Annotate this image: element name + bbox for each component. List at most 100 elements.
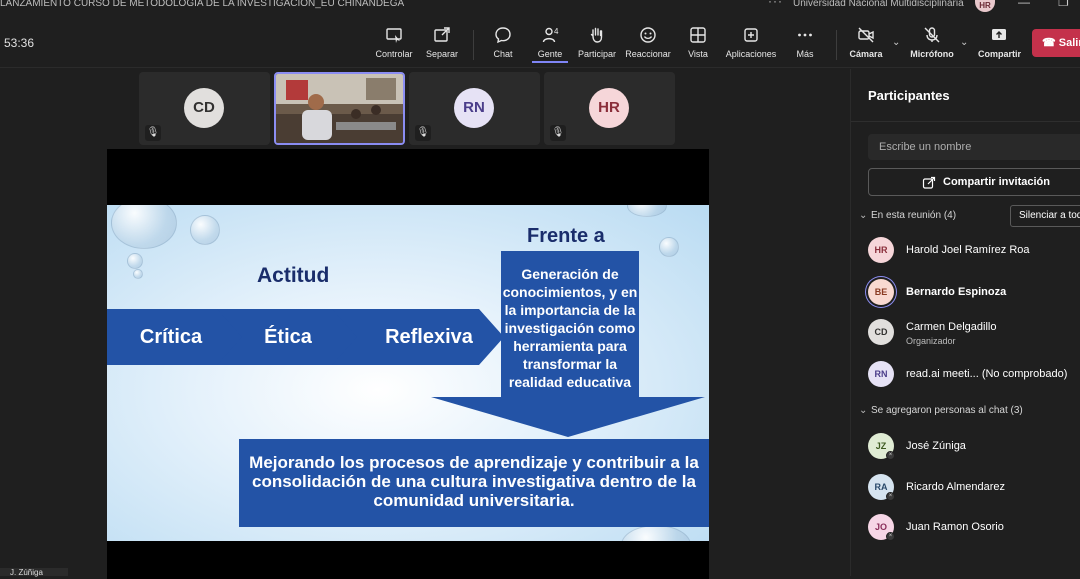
avatar: HR [868,237,894,263]
conclusion-box: Mejorando los procesos de aprendizaje y … [239,439,709,527]
microphone-button[interactable]: Micrófono [910,26,954,59]
react-button[interactable]: Reaccionar [625,26,671,59]
more-icon [794,26,816,46]
raise-hand-button[interactable]: Participar [578,26,616,59]
panel-title: Participantes [868,88,950,103]
toolbar-divider [473,30,474,60]
people-label: Gente [537,49,563,59]
raise-hand-label: Participar [578,49,617,59]
participant-video-tile[interactable] [274,72,405,145]
participant-name: read.ai meeti... (No comprobado) [906,368,1068,380]
participant-name: Carmen Delgadillo [906,321,997,333]
participant-item[interactable]: BE Bernardo Espinoza [868,279,1080,309]
avatar: HR [589,88,629,128]
share-label: Compartir [978,49,1022,59]
toolbar-divider [836,30,837,60]
view-icon [686,26,710,46]
view-button[interactable]: Vista [686,26,710,59]
view-label: Vista [688,49,708,59]
added-section-toggle[interactable]: ⌄ Se agregaron personas al chat (3) [859,405,1023,416]
ellipsis-icon[interactable]: ··· [768,0,783,7]
people-button[interactable]: 4 Gente [532,26,568,63]
bubble-decoration [127,253,143,269]
mute-all-button[interactable]: Silenciar a todos [1010,205,1080,227]
participant-name: Juan Ramon Osorio [906,521,1004,533]
more-label: Más [796,49,814,59]
chevron-down-icon[interactable]: ⌄ [892,37,900,48]
chevron-down-icon: ⌄ [859,405,868,416]
status-offline-icon: × [886,451,895,460]
leave-label: Salir [1058,37,1080,49]
chevron-down-icon: ⌄ [859,210,868,221]
chat-icon [490,26,516,46]
added-label: Se agregaron personas al chat (3) [871,405,1023,416]
popout-button[interactable]: Separar [424,26,460,59]
conclusion-text: Mejorando los procesos de aprendizaje y … [249,453,699,510]
participant-tile[interactable]: CD 🎙︎ [139,72,270,145]
search-participants-input[interactable]: Escribe un nombre [868,134,1080,160]
raise-hand-icon [578,26,616,46]
in-meeting-label: En esta reunión (4) [871,210,957,221]
status-offline-icon: × [886,492,895,501]
organization-name: Universidad Nacional Multidisciplinaria [793,0,964,9]
bubble-decoration [621,525,691,541]
apps-icon [724,26,778,46]
meeting-title: LANZAMIENTO CURSO DE METODOLOGIA DE LA I… [0,0,405,9]
mic-muted-icon: 🎙︎ [550,125,566,141]
control-label: Controlar [375,49,413,59]
participant-item[interactable]: RN read.ai meeti... (No comprobado) [868,361,1080,391]
participant-tile[interactable]: HR 🎙︎ [544,72,675,145]
phone-hangup-icon: ☎ [1042,37,1056,49]
avatar: CD [184,88,224,128]
minimize-icon[interactable]: — [1018,0,1030,8]
chevron-down-icon[interactable]: ⌄ [960,37,968,48]
camera-off-icon [849,26,883,46]
popout-label: Separar [425,49,459,59]
user-avatar[interactable]: HR [975,0,995,12]
microphone-label: Micrófono [910,49,954,59]
participants-panel: Participantes Escribe un nombre Comparti… [850,69,1080,576]
avatar: CD [868,319,894,345]
bubble-decoration [133,269,143,279]
participant-item[interactable]: JZ × José Zúniga [868,433,1080,463]
bubble-decoration [190,215,220,245]
share-invite-button[interactable]: Compartir invitación [868,168,1080,196]
avatar: RN [868,361,894,387]
control-button[interactable]: Controlar [374,26,414,59]
apps-button[interactable]: Aplicaciones [724,26,778,59]
participant-tile[interactable]: RN 🎙︎ [409,72,540,145]
participant-item[interactable]: HR Harold Joel Ramírez Roa [868,237,1080,267]
participant-name: Harold Joel Ramírez Roa [906,244,1030,256]
leave-button[interactable]: ☎ Salir [1032,29,1080,57]
people-icon: 4 [532,26,568,46]
participant-item[interactable]: CD Carmen Delgadillo Organizador [868,319,1080,349]
share-icon [978,26,1020,46]
participant-item[interactable]: RA × Ricardo Almendarez [868,474,1080,504]
chat-button[interactable]: Chat [490,26,516,59]
camera-button[interactable]: Cámara [849,26,883,59]
meeting-toolbar: 53:36 Controlar Separar Chat 4 Gente Par… [0,12,1080,68]
share-button[interactable]: Compartir [978,26,1022,59]
share-link-icon [922,169,936,200]
chevron-reflexiva: Reflexiva [332,309,504,365]
participant-video [276,74,403,143]
in-meeting-section-toggle[interactable]: ⌄ En esta reunión (4) [859,210,956,221]
restore-icon[interactable]: ❐ [1058,0,1069,8]
control-icon [374,26,414,46]
panel-divider [851,121,1080,122]
mic-muted-icon: 🎙︎ [415,125,431,141]
meeting-stage: CD 🎙︎ RN 🎙︎ HR 🎙︎ Frente a Actitud Críti… [0,69,850,579]
react-label: Reaccionar [625,49,671,59]
participant-name: Bernardo Espinoza [906,286,1007,298]
avatar: RN [454,88,494,128]
slide-heading-actitud: Actitud [257,264,330,287]
people-count: 4 [554,27,559,36]
status-offline-icon: × [886,532,895,541]
participant-role: Organizador [906,336,956,346]
arrow-text: Generación de conocimientos, y en la imp… [502,266,638,390]
participant-item[interactable]: JO × Juan Ramon Osorio [868,514,1080,544]
shared-screen[interactable]: Frente a Actitud Crítica Ética Reflexiva… [107,149,709,579]
presentation-slide: Frente a Actitud Crítica Ética Reflexiva… [107,205,709,541]
bubble-decoration [659,237,679,257]
more-button[interactable]: Más [794,26,816,59]
